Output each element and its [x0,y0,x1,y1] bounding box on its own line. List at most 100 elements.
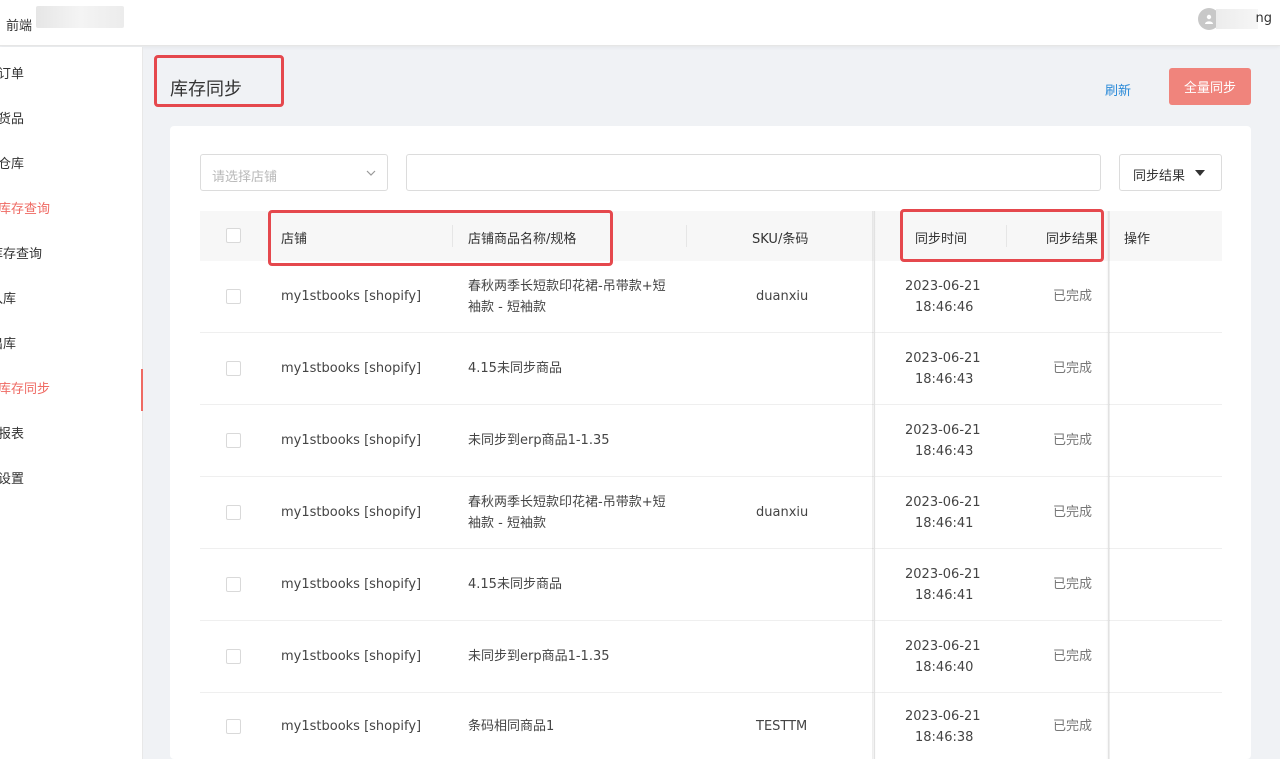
sidebar-item-label: 库存查询 [0,202,51,217]
username-suffix: ng [1255,11,1273,26]
column-header-actions: 操作 [1124,232,1151,247]
row-product: 4.15未同步商品 [468,361,562,376]
row-sync-date: 2023-06-21 [905,279,981,294]
column-header-sku: SKU/条码 [752,232,809,247]
row-store: my1stbooks [shopify] [281,289,422,304]
row-checkbox[interactable] [226,361,241,376]
row-sync-result: 已完成 [1053,577,1093,592]
column-header-sync-result: 同步结果 [1046,232,1099,247]
row-sync-date: 2023-06-21 [905,495,981,510]
row-store: my1stbooks [shopify] [281,433,422,448]
column-divider [686,225,687,247]
row-sync-date: 2023-06-21 [905,423,981,438]
row-store: my1stbooks [shopify] [281,361,422,376]
sidebar-item-warehouse[interactable]: 仓库 [0,150,143,180]
sidebar-item-label: 订单 [0,67,25,82]
sidebar: 订单 货品 仓库 库存查询 库存查询 入库 出库 库存同步 报表 设置 [0,47,143,759]
row-product: 春秋两季长短款印花裙-吊带款+短袖款 - 短袖款 [468,279,666,315]
sidebar-item-orders[interactable]: 订单 [0,60,143,90]
row-sync-result: 已完成 [1053,649,1093,664]
row-product: 未同步到erp商品1-1.35 [468,433,610,448]
caret-down-icon [1195,170,1205,176]
sidebar-item-goods[interactable]: 货品 [0,105,143,135]
row-store: my1stbooks [shopify] [281,505,422,520]
row-sync-time: 18:46:43 [915,372,974,387]
table-row: my1stbooks [shopify] 4.15未同步商品 2023-06-2… [200,549,1222,621]
row-checkbox[interactable] [226,505,241,520]
row-checkbox[interactable] [226,719,241,734]
row-checkbox[interactable] [226,433,241,448]
row-sku: TESTTM [756,719,808,734]
sidebar-item-label: 出库 [0,337,17,352]
sidebar-item-label: 设置 [0,472,25,487]
sidebar-item-inbound[interactable]: 入库 [0,285,143,315]
table-row: my1stbooks [shopify] 春秋两季长短款印花裙-吊带款+短袖款 … [200,261,1222,333]
sidebar-item-label: 库存查询 [0,247,43,262]
sync-result-dropdown-label: 同步结果 [1133,169,1186,184]
refresh-link[interactable]: 刷新 [1105,80,1131,99]
fixed-column-divider [874,211,875,759]
table-row: my1stbooks [shopify] 未同步到erp商品1-1.35 202… [200,621,1222,693]
row-sync-result: 已完成 [1053,433,1093,448]
sidebar-item-settings[interactable]: 设置 [0,465,143,495]
column-divider [452,225,453,247]
top-header: 前端 ng [0,0,1280,46]
table-row: my1stbooks [shopify] 春秋两季长短款印花裙-吊带款+短袖款 … [200,477,1222,549]
sidebar-item-outbound[interactable]: 出库 [0,330,143,360]
search-input[interactable] [406,154,1101,191]
sidebar-item-label: 入库 [0,292,17,307]
table-row: my1stbooks [shopify] 条码相同商品1 TESTTM 2023… [200,693,1222,759]
row-sync-time: 18:46:41 [915,588,974,603]
row-sync-time: 18:46:41 [915,516,974,531]
sync-result-dropdown[interactable]: 同步结果 [1119,154,1222,191]
row-sync-result: 已完成 [1053,289,1093,304]
row-sync-result: 已完成 [1053,719,1093,734]
full-sync-button[interactable]: 全量同步 [1169,68,1251,105]
row-sync-time: 18:46:38 [915,730,974,745]
row-sync-date: 2023-06-21 [905,639,981,654]
chevron-down-icon [366,170,376,176]
sidebar-item-reports[interactable]: 报表 [0,420,143,450]
row-sku: duanxiu [756,505,809,520]
row-checkbox[interactable] [226,289,241,304]
store-select-placeholder: 请选择店铺 [212,170,278,185]
sidebar-item-label: 仓库 [0,157,25,172]
row-sync-time: 18:46:43 [915,444,974,459]
row-product: 条码相同商品1 [468,719,555,734]
row-sync-result: 已完成 [1053,505,1093,520]
sidebar-item-inventory-sync[interactable]: 库存同步 [0,369,143,411]
table-row: my1stbooks [shopify] 未同步到erp商品1-1.35 202… [200,405,1222,477]
select-all-checkbox[interactable] [226,228,241,243]
row-checkbox[interactable] [226,577,241,592]
username-redacted [1216,9,1258,29]
brand-name: 前端 [6,19,33,34]
sidebar-item-inventory-query-2[interactable]: 库存查询 [0,240,143,270]
row-product: 4.15未同步商品 [468,577,562,592]
row-sync-result: 已完成 [1053,361,1093,376]
row-sku: duanxiu [756,289,809,304]
sidebar-item-label: 报表 [0,427,25,442]
row-sync-time: 18:46:40 [915,660,974,675]
row-store: my1stbooks [shopify] [281,649,422,664]
row-sync-time: 18:46:46 [915,300,974,315]
table-header: 店铺 店铺商品名称/规格 SKU/条码 同步时间 同步结果 操作 [200,211,1222,261]
brand-redacted [36,6,124,28]
table-row: my1stbooks [shopify] 4.15未同步商品 2023-06-2… [200,333,1222,405]
column-header-product: 店铺商品名称/规格 [468,232,577,247]
user-menu[interactable]: ng [1182,8,1272,30]
row-product: 未同步到erp商品1-1.35 [468,649,610,664]
row-store: my1stbooks [shopify] [281,719,422,734]
fixed-column-divider [1108,211,1109,759]
column-divider [1006,225,1007,247]
row-store: my1stbooks [shopify] [281,577,422,592]
user-icon [1205,14,1213,24]
store-select[interactable]: 请选择店铺 [200,154,388,191]
annotation-box-title [154,55,284,107]
column-header-store: 店铺 [281,232,308,247]
sidebar-item-label: 库存同步 [0,382,51,397]
row-checkbox[interactable] [226,649,241,664]
row-sync-date: 2023-06-21 [905,567,981,582]
sidebar-item-inventory-query[interactable]: 库存查询 [0,195,143,225]
sidebar-item-label: 货品 [0,112,25,127]
column-header-sync-time: 同步时间 [915,232,968,247]
